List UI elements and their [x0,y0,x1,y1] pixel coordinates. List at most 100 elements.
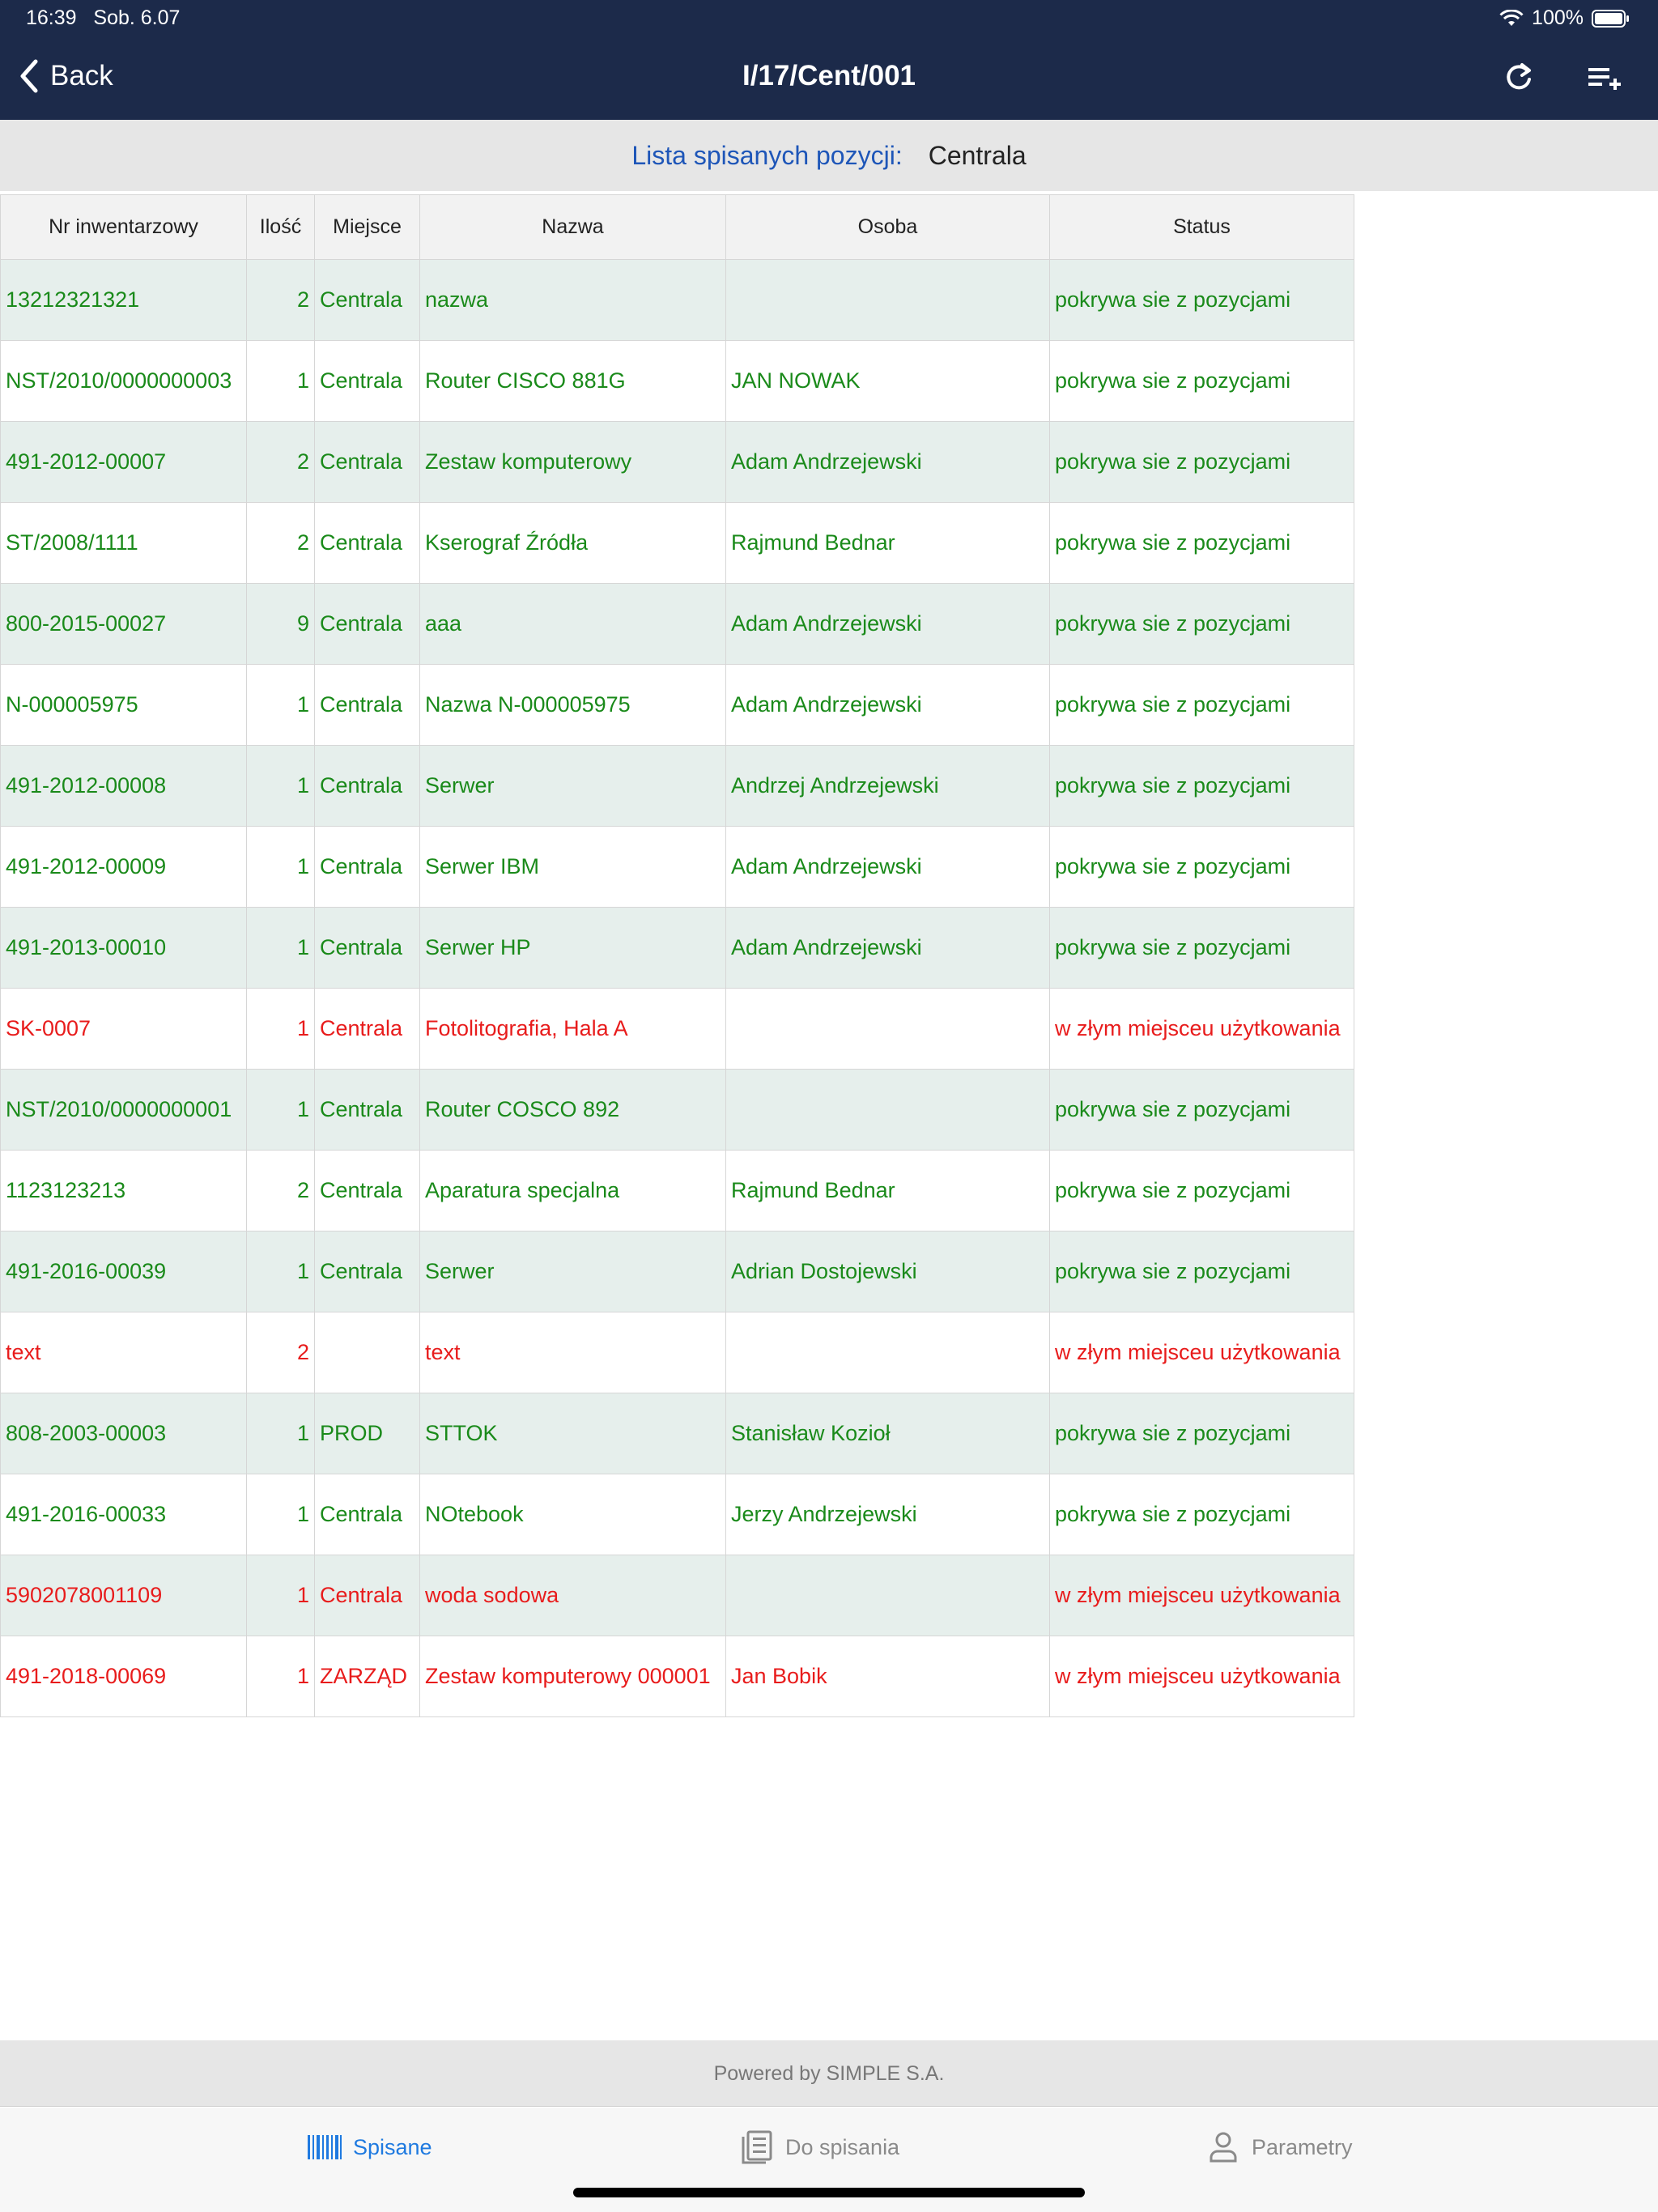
cell-osoba: Adam Andrzejewski [725,907,1050,989]
cell-miejsce: Centrala [314,1555,420,1636]
cell-status: w złym miejsceu użytkowania [1049,1636,1354,1717]
table-row[interactable]: NST/2010/0000000003 1 Centrala Router CISCO… [0,340,1354,422]
table-row[interactable]: 491-2018-00069 1 ZARZĄD Zestaw komputerowy … [0,1636,1354,1717]
cell-osoba: Rajmund Bednar [725,1150,1050,1231]
cell-osoba: Adam Andrzejewski [725,826,1050,908]
cell-status: pokrywa sie z pozycjami [1049,664,1354,746]
cell-miejsce: Centrala [314,988,420,1070]
table-row[interactable]: 5902078001109 1 Centrala woda sodowa w złym… [0,1555,1354,1636]
cell-ilosc: 1 [246,826,315,908]
table-row[interactable]: 800-2015-00027 9 Centrala aaa Adam Andrzejew… [0,583,1354,665]
cell-status: pokrywa sie z pozycjami [1049,745,1354,827]
table-row[interactable]: 491-2012-00009 1 Centrala Serwer IBM Adam An… [0,826,1354,908]
cell-osoba [725,988,1050,1070]
column-header-status[interactable]: Status [1049,194,1354,260]
table-row[interactable]: 491-2016-00039 1 Centrala Serwer Adrian Dost… [0,1231,1354,1312]
home-indicator[interactable] [573,2188,1085,2197]
cell-nazwa: Aparatura specjalna [419,1150,726,1231]
barcode-icon [308,2135,342,2159]
table-row[interactable]: 491-2016-00033 1 Centrala NOtebook Jerzy And… [0,1474,1354,1555]
table-row[interactable]: N-000005975 1 Centrala Nazwa N-000005975 Ada… [0,664,1354,746]
tab-spisane[interactable]: Spisane [306,2130,432,2164]
cell-miejsce: Centrala [314,1069,420,1151]
cell-nr: 491-2016-00039 [0,1231,247,1312]
cell-miejsce: Centrala [314,745,420,827]
table-row[interactable]: 1123123213 2 Centrala Aparatura specjalna Ra… [0,1150,1354,1231]
table-row[interactable]: 491-2012-00007 2 Centrala Zestaw komputerow… [0,421,1354,503]
cell-osoba: Stanisław Kozioł [725,1393,1050,1474]
table-row[interactable]: 491-2012-00008 1 Centrala Serwer Andrzej And… [0,745,1354,827]
cell-osoba [725,1312,1050,1393]
cell-nr: 800-2015-00027 [0,583,247,665]
cell-nr: SK-0007 [0,988,247,1070]
tab-spisane-label: Spisane [353,2134,432,2159]
cell-nr: 491-2018-00069 [0,1636,247,1717]
table-row[interactable]: 13212321321 2 Centrala nazwa pokrywa sie z p… [0,259,1354,341]
cell-nazwa: Kserograf Źródła [419,502,726,584]
cell-nr: 1123123213 [0,1150,247,1231]
cell-nazwa: aaa [419,583,726,665]
cell-status: pokrywa sie z pozycjami [1049,826,1354,908]
cell-status: pokrywa sie z pozycjami [1049,1393,1354,1474]
cell-osoba: Adam Andrzejewski [725,421,1050,503]
column-header-ilosc[interactable]: Ilość [246,194,315,260]
cell-miejsce: Centrala [314,583,420,665]
table-row[interactable]: NST/2010/0000000001 1 Centrala Router COSCO… [0,1069,1354,1151]
tab-parametry-label: Parametry [1252,2134,1353,2159]
cell-ilosc: 2 [246,1150,315,1231]
list-label: Lista spisanych pozycji: [631,140,903,170]
cell-nr: 808-2003-00003 [0,1393,247,1474]
cell-ilosc: 1 [246,1474,315,1555]
table-row[interactable]: text 2 text w złym miejsceu użytkowania [0,1312,1354,1393]
location-value: Centrala [928,140,1027,170]
cell-osoba: Adam Andrzejewski [725,583,1050,665]
cell-ilosc: 1 [246,988,315,1070]
cell-nr: text [0,1312,247,1393]
tab-parametry[interactable]: Parametry [1205,2130,1353,2164]
cell-nr: N-000005975 [0,664,247,746]
column-header-miejsce[interactable]: Miejsce [314,194,420,260]
cell-nr: NST/2010/0000000001 [0,1069,247,1151]
cell-ilosc: 1 [246,664,315,746]
cell-ilosc: 1 [246,1555,315,1636]
cell-status: pokrywa sie z pozycjami [1049,1231,1354,1312]
cell-nr: 491-2013-00010 [0,907,247,989]
cell-nazwa: Zestaw komputerowy [419,421,726,503]
cell-nr: 491-2012-00007 [0,421,247,503]
wifi-icon [1499,9,1524,26]
cell-nazwa: Serwer [419,1231,726,1312]
cell-ilosc: 1 [246,907,315,989]
table-row[interactable]: ST/2008/1111 2 Centrala Kserograf Źródła Raj… [0,502,1354,584]
table-row[interactable]: SK-0007 1 Centrala Fotolitografia, Hala A w … [0,988,1354,1070]
cell-status: w złym miejsceu użytkowania [1049,988,1354,1070]
cell-status: w złym miejsceu użytkowania [1049,1555,1354,1636]
page-title: I/17/Cent/001 [742,60,916,91]
column-header-nr[interactable]: Nr inwentarzowy [0,194,247,260]
add-to-list-icon[interactable] [1587,60,1622,96]
cell-status: pokrywa sie z pozycjami [1049,502,1354,584]
cell-osoba: Andrzej Andrzejewski [725,745,1050,827]
column-header-nazwa[interactable]: Nazwa [419,194,726,260]
tab-do-spisania-label: Do spisania [785,2134,900,2159]
refresh-icon[interactable] [1501,60,1537,96]
cell-nr: 13212321321 [0,259,247,341]
battery-percent: 100% [1532,6,1584,29]
cell-ilosc: 1 [246,340,315,422]
table-header-row: Nr inwentarzowy Ilość Miejsce Nazwa Osob… [0,194,1354,260]
cell-status: pokrywa sie z pozycjami [1049,259,1354,341]
cell-nazwa: Nazwa N-000005975 [419,664,726,746]
table-row[interactable]: 491-2013-00010 1 Centrala Serwer HP Adam And… [0,907,1354,989]
tab-do-spisania[interactable]: Do spisania [738,2130,899,2164]
cell-ilosc: 1 [246,1393,315,1474]
cell-status: pokrywa sie z pozycjami [1049,907,1354,989]
column-header-osoba[interactable]: Osoba [725,194,1050,260]
cell-nazwa: woda sodowa [419,1555,726,1636]
status-time-value: 16:39 [26,6,77,29]
cell-nazwa: Fotolitografia, Hala A [419,988,726,1070]
cell-miejsce: Centrala [314,259,420,341]
cell-nr: 491-2012-00009 [0,826,247,908]
table-row[interactable]: 808-2003-00003 1 PROD STTOK Stanisław Kozioł… [0,1393,1354,1474]
cell-osoba [725,259,1050,341]
cell-miejsce: ZARZĄD [314,1636,420,1717]
document-list-icon [742,2130,772,2164]
